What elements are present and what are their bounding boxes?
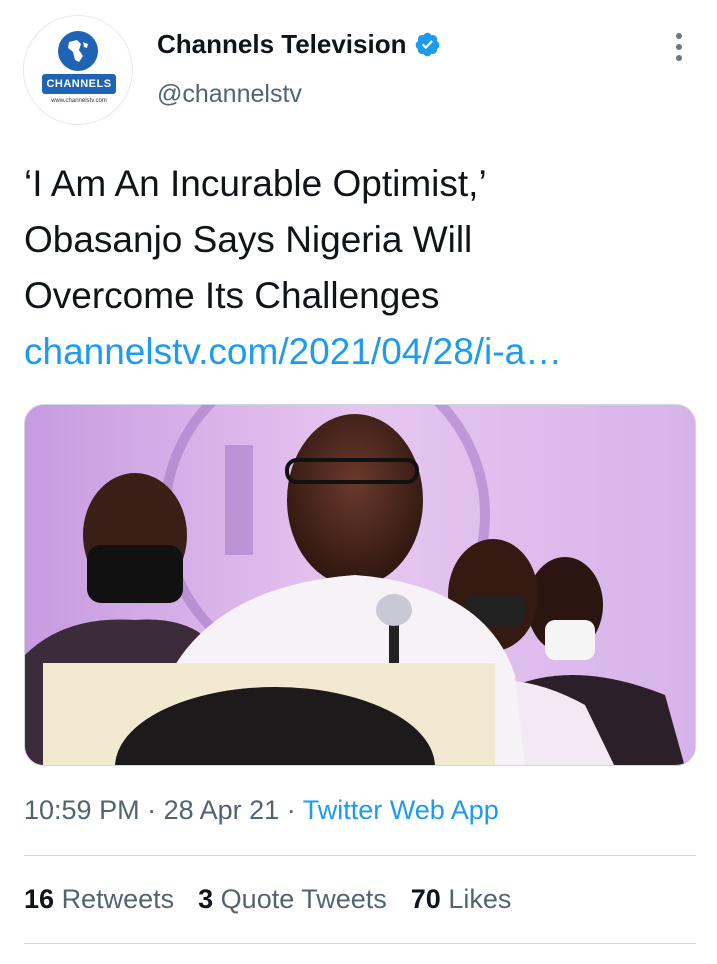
tweet-text: ‘I Am An Incurable Optimist,’ Obasanjo S… bbox=[24, 156, 694, 380]
more-vertical-icon[interactable] bbox=[664, 30, 694, 64]
meta-separator: · bbox=[147, 795, 157, 825]
author-display-name[interactable]: Channels Television bbox=[157, 29, 441, 60]
meta-separator: · bbox=[286, 795, 296, 825]
tweet-photo[interactable] bbox=[24, 404, 696, 766]
display-name-text: Channels Television bbox=[157, 29, 407, 59]
avatar-logo-url: www.channelstv.com bbox=[51, 98, 107, 104]
tweet-text-line: Overcome Its Challenges bbox=[24, 275, 440, 316]
globe-logo-icon bbox=[58, 31, 98, 71]
retweets-stat[interactable]: 16 Retweets bbox=[24, 884, 174, 915]
verified-badge-icon bbox=[416, 32, 440, 57]
avatar-logo-text: CHANNELS bbox=[42, 74, 116, 94]
author-handle[interactable]: @channelstv bbox=[157, 80, 302, 109]
quotes-label: Quote Tweets bbox=[220, 884, 387, 914]
quote-tweets-stat[interactable]: 3 Quote Tweets bbox=[198, 884, 387, 915]
author-avatar[interactable]: CHANNELS www.channelstv.com bbox=[23, 15, 133, 125]
photo-illustration bbox=[25, 405, 695, 765]
tweet-detail: CHANNELS www.channelstv.com Channels Tel… bbox=[0, 0, 717, 964]
tweet-date[interactable]: 28 Apr 21 bbox=[164, 795, 280, 825]
likes-count: 70 bbox=[410, 884, 441, 914]
likes-stat[interactable]: 70 Likes bbox=[411, 884, 512, 915]
divider bbox=[24, 855, 696, 856]
tweet-text-line: ‘I Am An Incurable Optimist,’ bbox=[24, 163, 487, 204]
retweets-label: Retweets bbox=[61, 884, 175, 914]
divider bbox=[24, 943, 696, 944]
likes-label: Likes bbox=[448, 884, 512, 914]
tweet-time[interactable]: 10:59 PM bbox=[24, 795, 140, 825]
retweets-count: 16 bbox=[24, 884, 55, 914]
quotes-count: 3 bbox=[198, 884, 214, 914]
tweet-stats: 16 Retweets 3 Quote Tweets 70 Likes bbox=[24, 884, 511, 915]
tweet-source-app[interactable]: Twitter Web App bbox=[303, 795, 499, 825]
tweet-text-line: Obasanjo Says Nigeria Will bbox=[24, 219, 473, 260]
tweet-meta: 10:59 PM · 28 Apr 21 · Twitter Web App bbox=[24, 795, 499, 826]
tweet-link[interactable]: channelstv.com/2021/04/28/i-a… bbox=[24, 324, 694, 380]
